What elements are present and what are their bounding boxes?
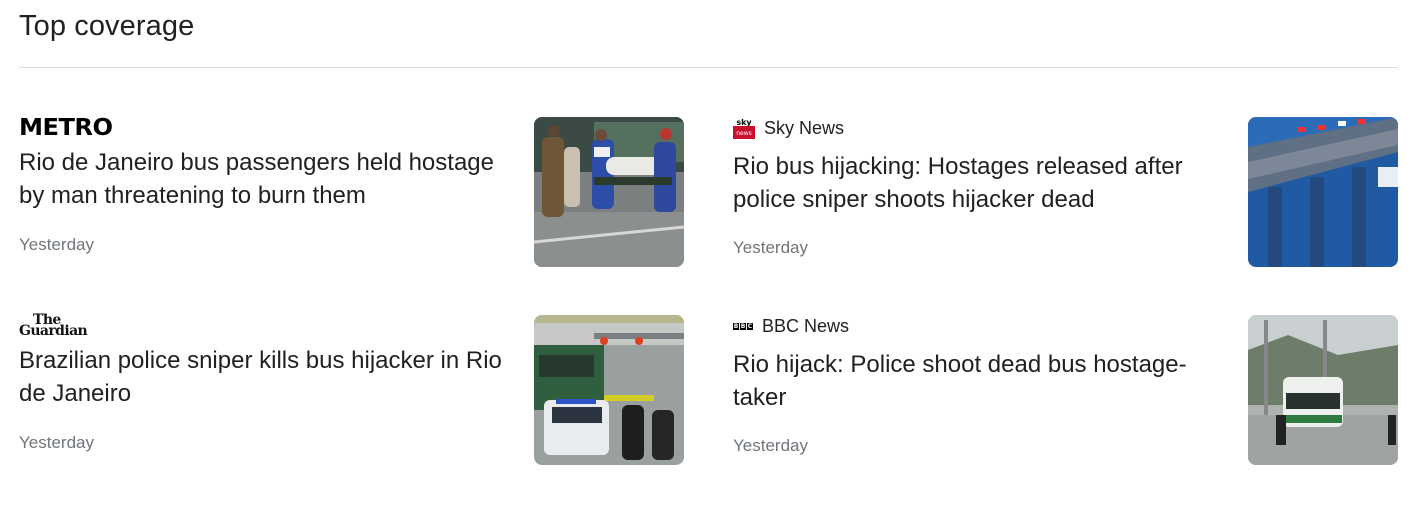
sky-news-icon: sky news [733, 117, 755, 139]
article-text: METRO Rio de Janeiro bus passengers held… [19, 115, 514, 254]
article-headline[interactable]: Rio hijack: Police shoot dead bus hostag… [733, 348, 1228, 414]
svg-text:sky: sky [736, 118, 752, 127]
guardian-logo: The Guardian [19, 312, 88, 339]
article-source[interactable]: sky news Sky News [733, 117, 1228, 139]
article-thumbnail[interactable] [1248, 117, 1398, 267]
article-time: Yesterday [19, 235, 94, 254]
paramedics-stretcher-photo [534, 117, 684, 267]
bbc-icon: B B C [733, 322, 753, 330]
svg-text:news: news [736, 130, 752, 137]
section-title: Top coverage [19, 10, 195, 42]
article-source[interactable]: B B C BBC News [733, 315, 1228, 337]
article-source[interactable]: The Guardian [19, 312, 514, 339]
article-time: Yesterday [19, 433, 94, 452]
source-name: BBC News [762, 315, 850, 336]
divider [19, 67, 1398, 68]
bridge-aerial-photo [1248, 117, 1398, 267]
article-card-sky-news[interactable]: sky news Sky News Rio bus hijacking: Hos… [733, 117, 1398, 267]
article-time: Yesterday [733, 436, 808, 455]
article-thumbnail[interactable] [534, 315, 684, 465]
article-headline[interactable]: Rio bus hijacking: Hostages released aft… [733, 150, 1228, 216]
article-headline[interactable]: Rio de Janeiro bus passengers held hosta… [19, 146, 514, 212]
article-text: The Guardian Brazilian police sniper kil… [19, 312, 514, 452]
article-thumbnail[interactable] [534, 117, 684, 267]
metro-logo: METRO [19, 115, 113, 141]
article-source[interactable]: METRO [19, 115, 514, 141]
article-card-metro[interactable]: METRO Rio de Janeiro bus passengers held… [19, 115, 684, 267]
article-headline[interactable]: Brazilian police sniper kills bus hijack… [19, 344, 514, 410]
article-time: Yesterday [733, 238, 808, 257]
police-car-bus-photo [534, 315, 684, 465]
article-card-bbc-news[interactable]: B B C BBC News Rio hijack: Police shoot … [733, 315, 1398, 465]
article-text: sky news Sky News Rio bus hijacking: Hos… [733, 117, 1228, 257]
article-card-guardian[interactable]: The Guardian Brazilian police sniper kil… [19, 312, 684, 465]
source-name: Sky News [764, 117, 845, 138]
article-thumbnail[interactable] [1248, 315, 1398, 465]
bus-on-bridge-photo [1248, 315, 1398, 465]
article-text: B B C BBC News Rio hijack: Police shoot … [733, 315, 1228, 455]
